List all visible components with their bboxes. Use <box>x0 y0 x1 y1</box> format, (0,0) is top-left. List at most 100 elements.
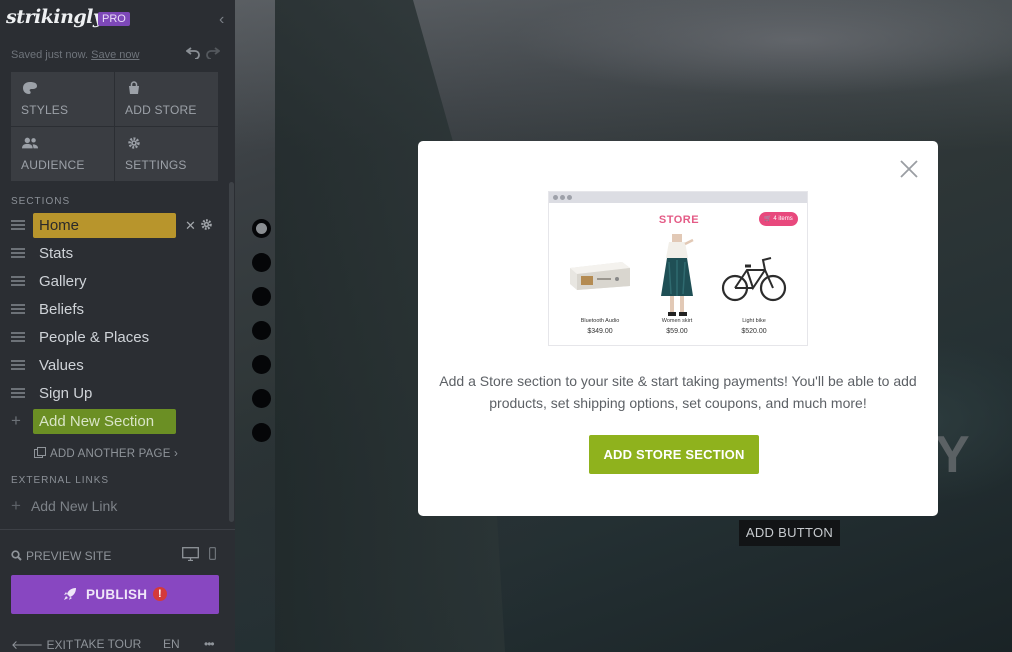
search-icon <box>11 550 22 561</box>
add-button[interactable]: ADD BUTTON <box>739 520 840 546</box>
save-status: Saved just now. Save now <box>11 49 139 61</box>
product-price: $520.00 <box>741 328 767 335</box>
publish-button[interactable]: PUBLISH ! <box>11 575 219 614</box>
exit-button[interactable]: 🡐 EXIT <box>11 637 73 652</box>
section-label: Values <box>39 357 84 374</box>
save-now-link[interactable]: Save now <box>91 49 139 61</box>
sidebar-scrollbar[interactable] <box>229 182 234 522</box>
preview-site-button[interactable]: PREVIEW SITE <box>11 549 111 563</box>
sidebar-divider <box>0 529 235 530</box>
sidebar-footer: 🡐 EXIT TAKE TOUR EN ••• <box>0 633 235 652</box>
bike-product-image <box>721 257 787 302</box>
product-name: Light bike <box>742 318 766 324</box>
store-preview-illustration: STORE 🛒 4 items Bluetooth Audio $349.00 … <box>548 191 808 346</box>
skirt-product-image <box>661 234 694 316</box>
desktop-preview-icon[interactable] <box>182 547 199 561</box>
section-settings-icon[interactable] <box>200 218 213 231</box>
gear-icon <box>128 137 140 149</box>
collapse-sidebar-icon[interactable]: ‹ <box>219 11 233 29</box>
cart-badge: 🛒 4 items <box>759 212 798 226</box>
settings-label: SETTINGS <box>125 158 187 172</box>
more-options-icon[interactable]: ••• <box>204 637 215 651</box>
warning-icon: ! <box>153 587 167 601</box>
close-icon[interactable] <box>899 159 919 179</box>
audience-label: AUDIENCE <box>21 158 85 172</box>
section-item-stats[interactable]: Stats <box>0 240 235 266</box>
mobile-preview-icon[interactable] <box>209 547 216 560</box>
store-bag-icon <box>129 81 139 94</box>
drag-handle-icon[interactable] <box>11 276 25 287</box>
section-label: Gallery <box>39 273 87 290</box>
section-item-beliefs[interactable]: Beliefs <box>0 296 235 322</box>
strikingly-logo: strikingly <box>6 6 104 28</box>
drag-handle-icon[interactable] <box>11 332 25 343</box>
add-new-link-button[interactable]: + Add New Link <box>11 496 117 516</box>
drag-handle-icon[interactable] <box>11 248 25 259</box>
section-item-home[interactable]: Home ✕ <box>0 212 235 238</box>
drag-handle-icon[interactable] <box>11 360 25 371</box>
audience-button[interactable]: AUDIENCE <box>11 127 114 181</box>
product-name: Bluetooth Audio <box>580 318 620 324</box>
redo-icon[interactable] <box>206 45 220 59</box>
drag-handle-icon[interactable] <box>11 388 25 399</box>
section-dot-values[interactable] <box>252 389 271 408</box>
section-item-values[interactable]: Values <box>0 352 235 378</box>
section-dot-stats[interactable] <box>252 253 271 272</box>
editor-tools-grid: STYLES ADD STORE AUDIENCE SETTINGS <box>11 72 218 181</box>
palette-icon <box>23 82 37 94</box>
rocket-icon <box>64 588 76 600</box>
add-new-link-label: Add New Link <box>30 498 118 514</box>
hero-heading-partial: Y <box>935 426 970 484</box>
add-new-section-button[interactable]: + Add New Section <box>0 408 235 434</box>
arrow-left-icon: 🡐 <box>11 638 44 652</box>
delete-section-icon[interactable]: ✕ <box>185 218 196 234</box>
pro-badge: PRO <box>98 12 130 26</box>
add-store-section-button[interactable]: ADD STORE SECTION <box>589 435 759 474</box>
styles-button[interactable]: STYLES <box>11 72 114 126</box>
publish-label: PUBLISH <box>86 587 148 602</box>
section-label: People & Places <box>39 329 150 346</box>
section-label: Sign Up <box>39 385 93 402</box>
drag-handle-icon[interactable] <box>11 220 25 231</box>
plus-icon: + <box>11 411 21 430</box>
add-store-button[interactable]: ADD STORE <box>115 72 218 126</box>
section-item-sign-up[interactable]: Sign Up <box>0 380 235 406</box>
styles-label: STYLES <box>21 103 69 117</box>
modal-description: Add a Store section to your site & start… <box>439 373 917 411</box>
section-label: Stats <box>39 245 74 262</box>
add-another-page-button[interactable]: ADD ANOTHER PAGE › <box>34 447 178 460</box>
speaker-product-image <box>570 262 630 290</box>
add-store-modal: STORE 🛒 4 items Bluetooth Audio $349.00 … <box>418 141 938 516</box>
external-links-heading: EXTERNAL LINKS <box>11 475 110 486</box>
settings-button[interactable]: SETTINGS <box>115 127 218 181</box>
people-icon <box>22 137 38 149</box>
section-label: Beliefs <box>39 301 85 318</box>
section-dot-gallery[interactable] <box>252 287 271 306</box>
preview-site-label: PREVIEW SITE <box>26 549 112 563</box>
section-item-people-places[interactable]: People & Places <box>0 324 235 350</box>
saved-text: Saved just now. <box>11 49 89 61</box>
undo-icon[interactable] <box>186 45 200 59</box>
language-button[interactable]: EN <box>163 637 180 651</box>
section-item-gallery[interactable]: Gallery <box>0 268 235 294</box>
drag-handle-icon[interactable] <box>11 304 25 315</box>
cart-count: 4 items <box>773 216 793 222</box>
add-new-section-label: Add New Section <box>39 413 155 430</box>
sections-heading: SECTIONS <box>11 196 71 207</box>
section-dot-beliefs[interactable] <box>252 321 271 340</box>
add-store-label: ADD STORE <box>125 103 197 117</box>
product-price: $349.00 <box>587 328 613 335</box>
exit-label: EXIT <box>46 638 74 652</box>
section-label: Home <box>39 217 80 234</box>
section-dot-people-places[interactable] <box>252 355 271 374</box>
plus-icon: + <box>11 496 21 515</box>
product-price: $59.00 <box>666 328 688 335</box>
editor-sidebar: strikingly PRO ‹ Saved just now. Save no… <box>0 0 235 652</box>
pages-icon <box>34 447 46 458</box>
take-tour-button[interactable]: TAKE TOUR <box>74 637 141 651</box>
browser-bar <box>549 192 807 203</box>
product-name: Women skirt <box>661 318 693 324</box>
section-dot-sign-up[interactable] <box>252 423 271 442</box>
section-dot-home[interactable] <box>252 219 271 238</box>
add-another-page-label: ADD ANOTHER PAGE › <box>50 448 178 460</box>
